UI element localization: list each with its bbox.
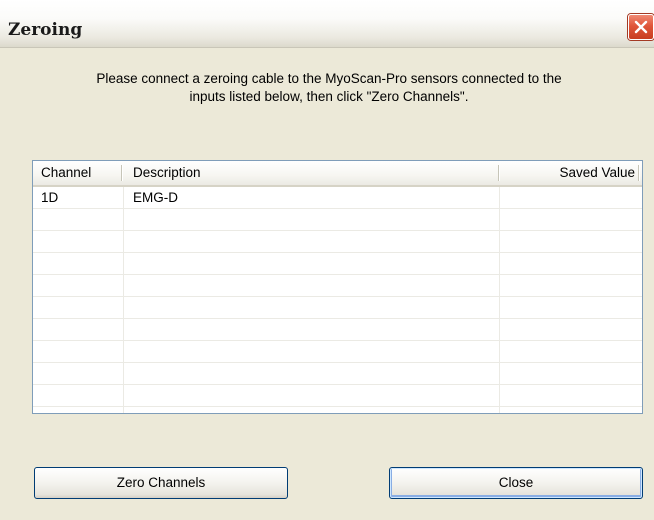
cell-description: EMG-D	[133, 190, 178, 205]
instructions-text: Please connect a zeroing cable to the My…	[30, 70, 628, 106]
table-row[interactable]	[33, 231, 642, 253]
column-separator[interactable]	[498, 165, 499, 181]
close-x-glyph	[634, 20, 648, 34]
close-button[interactable]: Close	[389, 467, 643, 499]
instructions-line-2: inputs listed below, then click "Zero Ch…	[189, 89, 469, 104]
table-row[interactable]	[33, 275, 642, 297]
close-x-icon[interactable]	[628, 14, 654, 40]
table-row[interactable]	[33, 341, 642, 363]
zeroing-dialog: Zeroing Please connect a zeroing cable t…	[0, 0, 654, 520]
table-row[interactable]	[33, 385, 642, 407]
instructions-line-1: Please connect a zeroing cable to the My…	[96, 71, 562, 86]
table-row[interactable]: 1D EMG-D	[33, 187, 642, 209]
title-bar[interactable]: Zeroing	[0, 0, 654, 48]
table-row[interactable]	[33, 253, 642, 275]
table-row[interactable]	[33, 363, 642, 385]
list-header: Channel Description Saved Value	[33, 161, 642, 187]
table-row[interactable]	[33, 319, 642, 341]
table-row[interactable]	[33, 209, 642, 231]
window-title: Zeroing	[8, 20, 83, 40]
column-separator[interactable]	[121, 165, 122, 181]
table-row[interactable]	[33, 297, 642, 319]
column-separator[interactable]	[638, 165, 639, 181]
cell-saved-value	[503, 187, 635, 208]
column-header-description[interactable]: Description	[133, 161, 201, 185]
column-header-channel[interactable]: Channel	[41, 161, 91, 185]
window-frame-right	[646, 48, 654, 520]
window-frame-left	[0, 48, 8, 520]
zero-channels-button[interactable]: Zero Channels	[34, 467, 288, 499]
column-header-saved-value[interactable]: Saved Value	[503, 161, 635, 185]
channel-list[interactable]: Channel Description Saved Value 1D EMG-D	[32, 160, 643, 414]
cell-channel: 1D	[41, 190, 59, 205]
